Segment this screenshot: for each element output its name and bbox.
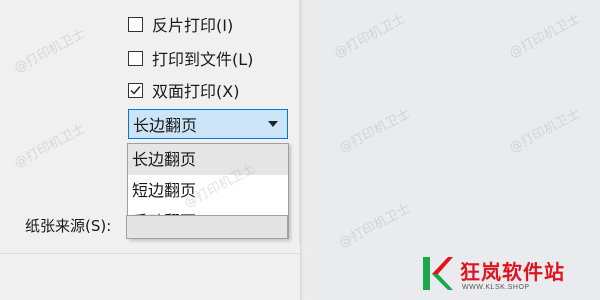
paper-source-label: 纸张来源(S): [25, 217, 112, 235]
duplex-mode-select[interactable]: 长边翻页 [128, 109, 288, 139]
print-dialog: 反片打印(I) 打印到文件(L) 双面打印(X) 长边翻页 长边翻页 短边翻页 … [0, 0, 300, 300]
checkbox-box[interactable] [128, 50, 143, 66]
logo-name: 狂岚软件站 [460, 260, 565, 284]
duplex-print-checkbox[interactable]: 双面打印(X) [128, 80, 240, 101]
print-to-file-label: 打印到文件(L) [152, 50, 254, 69]
paper-source-select[interactable] [126, 215, 288, 239]
logo-url: WWW.KLSK.SHOP [462, 284, 530, 291]
chevron-down-icon[interactable] [268, 121, 278, 127]
print-to-file-checkbox[interactable]: 打印到文件(L) [128, 48, 254, 69]
site-logo: 狂岚软件站 WWW.KLSK.SHOP [420, 252, 600, 300]
checkbox-box[interactable] [128, 82, 143, 98]
mirror-print-checkbox[interactable]: 反片打印(I) [128, 14, 234, 35]
duplex-mode-value: 长边翻页 [133, 116, 198, 135]
brand-k-icon [423, 257, 453, 290]
dropdown-option-short-edge[interactable]: 短边翻页 [128, 175, 288, 206]
group-divider [0, 253, 300, 254]
checkmark-icon [130, 85, 141, 95]
checkbox-box[interactable] [128, 16, 143, 32]
mirror-print-label: 反片打印(I) [152, 16, 234, 35]
dialog-edge [300, 0, 318, 300]
dropdown-option-long-edge[interactable]: 长边翻页 [128, 144, 288, 175]
duplex-print-label: 双面打印(X) [152, 82, 240, 101]
